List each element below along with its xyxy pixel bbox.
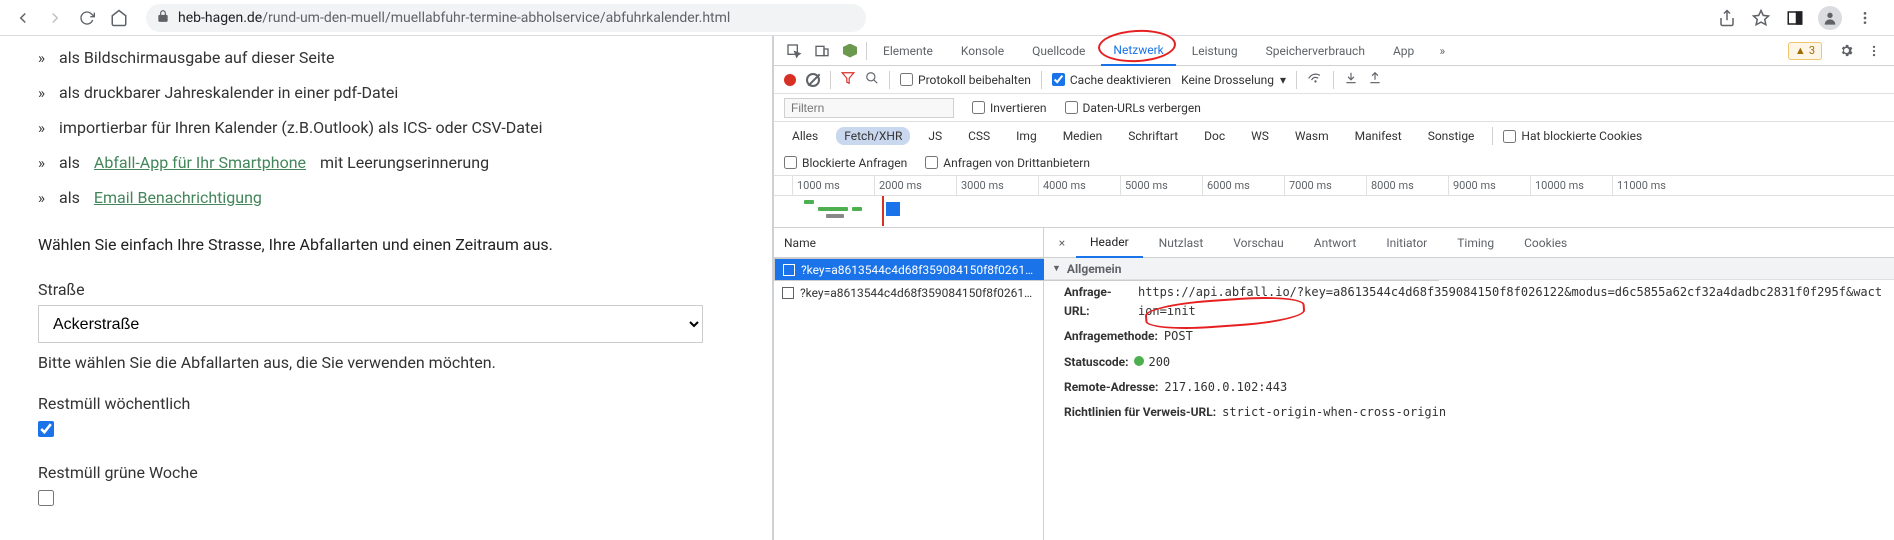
request-method-row: Anfragemethode: POST	[1044, 324, 1894, 349]
profile-avatar[interactable]	[1818, 6, 1842, 30]
tab-console[interactable]: Konsole	[949, 36, 1016, 66]
detail-tab-timing[interactable]: Timing	[1443, 228, 1508, 258]
filter-input[interactable]	[784, 98, 954, 118]
network-timeline[interactable]: 1000 ms 2000 ms 3000 ms 4000 ms 5000 ms …	[774, 176, 1894, 228]
device-toggle-icon[interactable]	[810, 39, 834, 63]
detail-tab-cookies[interactable]: Cookies	[1510, 228, 1581, 258]
menu-icon[interactable]	[1854, 7, 1876, 29]
list-item: importierbar für Ihren Kalender (z.B.Out…	[38, 110, 772, 145]
back-button[interactable]	[10, 5, 36, 31]
forward-button[interactable]	[42, 5, 68, 31]
lead-text: Wählen Sie einfach Ihre Strasse, Ihre Ab…	[38, 235, 772, 254]
preserve-log-checkbox[interactable]: Protokoll beibehalten	[900, 73, 1031, 87]
third-party-checkbox[interactable]: Anfragen von Drittanbietern	[925, 156, 1090, 170]
home-button[interactable]	[106, 5, 132, 31]
devtools-settings-icon[interactable]	[1834, 39, 1858, 63]
hide-data-urls-checkbox[interactable]: Daten-URLs verbergen	[1065, 101, 1201, 115]
tab-elements[interactable]: Elemente	[871, 36, 945, 66]
detail-tab-response[interactable]: Antwort	[1300, 228, 1371, 258]
close-details-button[interactable]: ×	[1050, 236, 1074, 250]
network-conditions-icon[interactable]	[1305, 69, 1325, 90]
url-text: heb-hagen.de/rund-um-den-muell/muellabfu…	[178, 10, 730, 26]
type-other[interactable]: Sonstige	[1420, 127, 1483, 145]
tab-sources[interactable]: Quellcode	[1020, 36, 1097, 66]
type-fetch-xhr[interactable]: Fetch/XHR	[836, 127, 910, 145]
type-font[interactable]: Schriftart	[1120, 127, 1186, 145]
type-js[interactable]: JS	[920, 127, 950, 145]
search-icon[interactable]	[865, 71, 879, 88]
request-url-row: Anfrage-URL: https://api.abfall.io/?key=…	[1044, 280, 1894, 324]
bookmark-star-icon[interactable]	[1750, 7, 1772, 29]
type-img[interactable]: Img	[1008, 127, 1045, 145]
share-icon[interactable]	[1716, 7, 1738, 29]
list-item: als druckbarer Jahreskalender in einer p…	[38, 75, 772, 110]
tab-network[interactable]: Netzwerk	[1101, 36, 1175, 66]
more-tabs-icon[interactable]: »	[1430, 39, 1454, 63]
detail-tab-initiator[interactable]: Initiator	[1372, 228, 1441, 258]
restmuell-weekly-label: Restmüll wöchentlich	[38, 394, 772, 413]
list-item: als Abfall-App für Ihr Smartphone mit Le…	[38, 145, 772, 180]
inspect-icon[interactable]	[782, 39, 806, 63]
detail-tab-preview[interactable]: Vorschau	[1219, 228, 1298, 258]
clear-button[interactable]	[806, 73, 820, 87]
tab-memory[interactable]: Speicherverbrauch	[1254, 36, 1377, 66]
vue-devtools-icon[interactable]	[838, 39, 862, 63]
restmuell-green-label: Restmüll grüne Woche	[38, 463, 772, 482]
export-har-icon[interactable]	[1368, 71, 1382, 88]
email-link[interactable]: Email Benachrichtigung	[94, 188, 262, 207]
section-general[interactable]: Allgemein	[1044, 258, 1894, 280]
type-all[interactable]: Alles	[784, 127, 826, 145]
type-ws[interactable]: WS	[1243, 127, 1277, 145]
invert-checkbox[interactable]: Invertieren	[972, 101, 1047, 115]
type-wasm[interactable]: Wasm	[1287, 127, 1337, 145]
street-select[interactable]: Ackerstraße	[38, 305, 703, 343]
referrer-policy-row: Richtlinien für Verweis-URL: strict-orig…	[1044, 400, 1894, 425]
throttling-select[interactable]: Keine Drosselung ▾	[1181, 73, 1286, 87]
detail-tab-headers[interactable]: Header	[1076, 228, 1143, 258]
restmuell-green-checkbox[interactable]	[38, 490, 54, 506]
filter-toggle-icon[interactable]	[841, 71, 855, 88]
reload-button[interactable]	[74, 5, 100, 31]
tab-app[interactable]: App	[1381, 36, 1426, 66]
record-button[interactable]	[784, 74, 796, 86]
type-css[interactable]: CSS	[960, 127, 998, 145]
column-header-name[interactable]: Name	[774, 228, 1043, 258]
blocked-requests-checkbox[interactable]: Blockierte Anfragen	[784, 156, 907, 170]
status-dot-icon	[1134, 356, 1144, 366]
status-code-row: Statuscode: 200	[1044, 350, 1894, 375]
list-item: als Email Benachrichtigung	[38, 180, 772, 215]
warnings-badge[interactable]: ▲3	[1788, 42, 1822, 60]
address-bar[interactable]: heb-hagen.de/rund-um-den-muell/muellabfu…	[146, 4, 866, 32]
type-media[interactable]: Medien	[1055, 127, 1111, 145]
devtools-menu-icon[interactable]	[1862, 39, 1886, 63]
tab-performance[interactable]: Leistung	[1180, 36, 1250, 66]
list-item: als Bildschirmausgabe auf dieser Seite	[38, 40, 772, 75]
detail-tab-payload[interactable]: Nutzlast	[1145, 228, 1218, 258]
app-link[interactable]: Abfall-App für Ihr Smartphone	[94, 153, 306, 172]
doc-icon	[783, 264, 795, 276]
import-har-icon[interactable]	[1344, 71, 1358, 88]
restmuell-weekly-checkbox[interactable]	[38, 421, 54, 437]
lock-icon	[156, 9, 170, 27]
street-label: Straße	[38, 280, 772, 299]
type-manifest[interactable]: Manifest	[1347, 127, 1410, 145]
side-panel-icon[interactable]	[1784, 7, 1806, 29]
hint-text: Bitte wählen Sie die Abfallarten aus, di…	[38, 353, 772, 372]
type-doc[interactable]: Doc	[1196, 127, 1233, 145]
disable-cache-checkbox[interactable]: Cache deaktivieren	[1052, 73, 1171, 87]
doc-icon	[782, 287, 794, 299]
request-row[interactable]: ?key=a8613544c4d68f359084150f8f0261…	[774, 281, 1043, 304]
remote-address-row: Remote-Adresse: 217.160.0.102:443	[1044, 375, 1894, 400]
blocked-cookies-checkbox[interactable]: Hat blockierte Cookies	[1503, 129, 1642, 143]
